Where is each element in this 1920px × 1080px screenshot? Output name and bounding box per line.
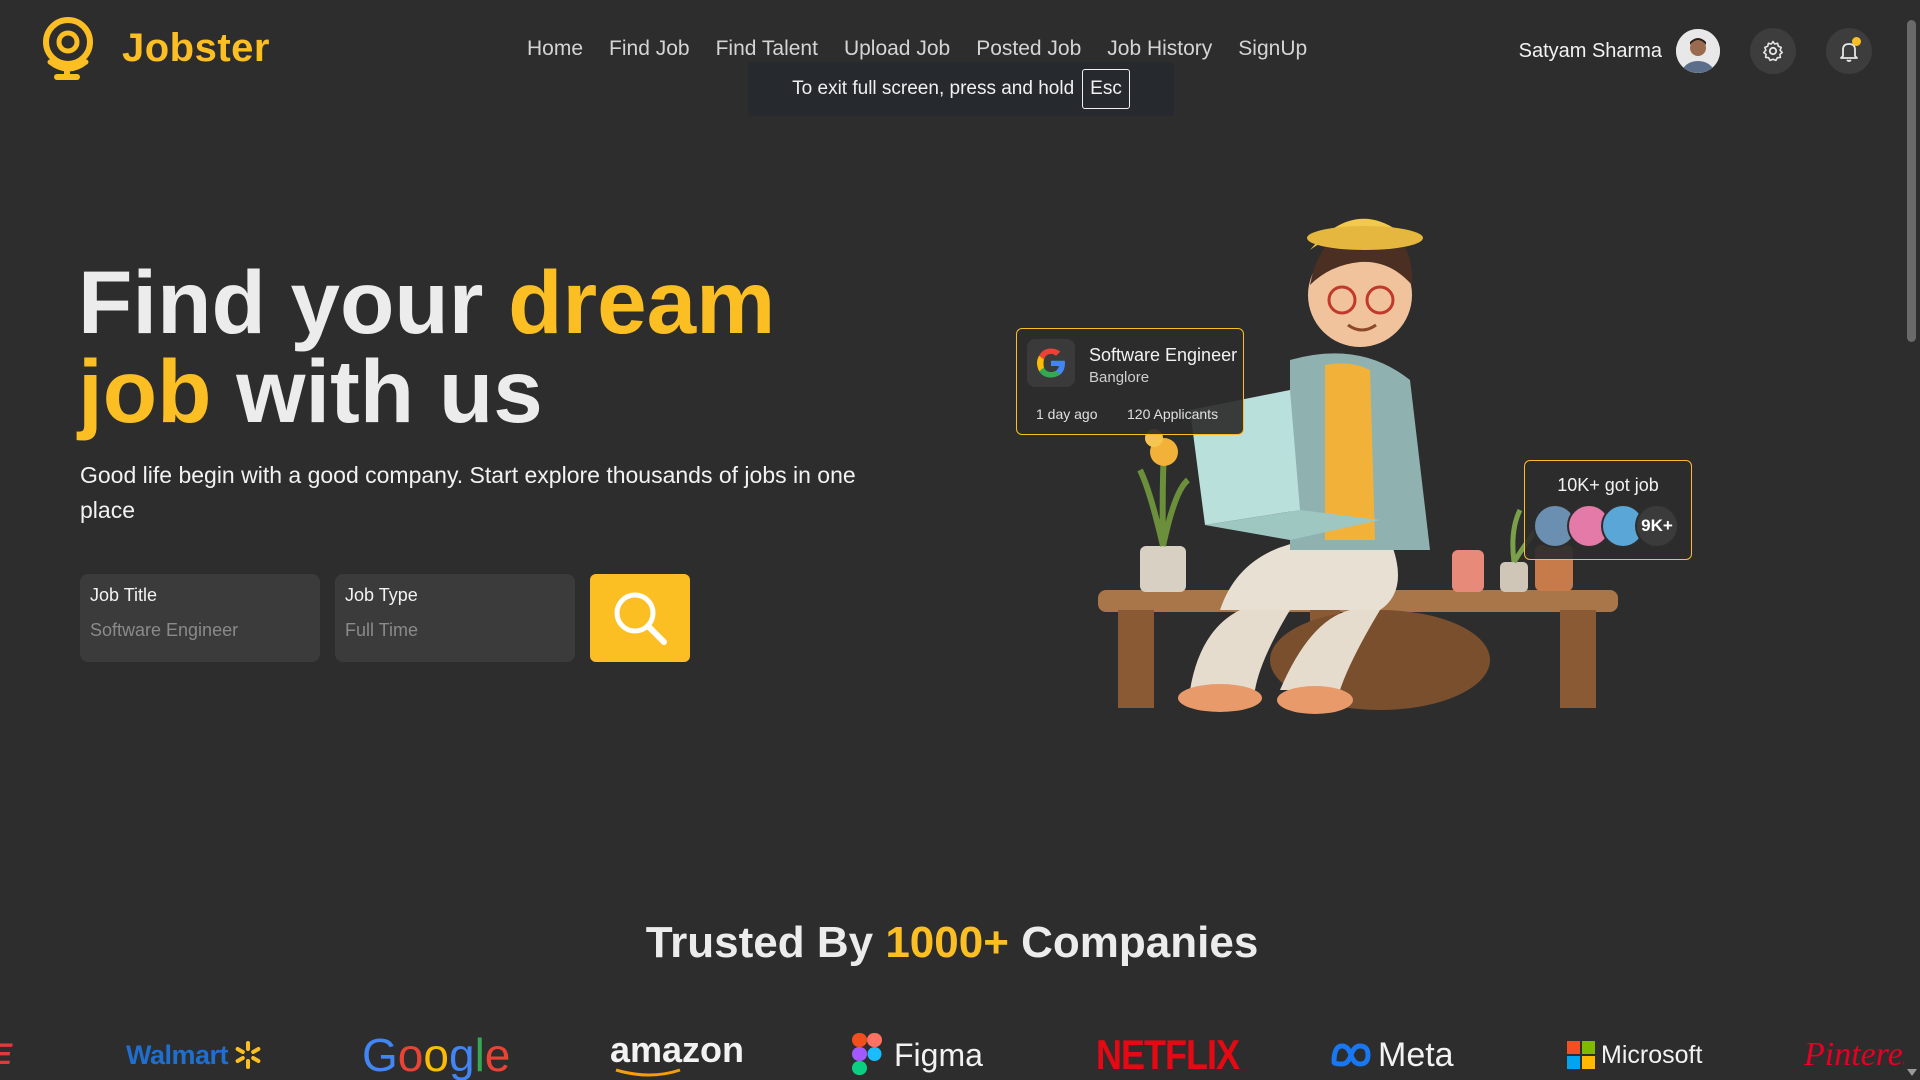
settings-button[interactable] <box>1750 28 1796 74</box>
search-button[interactable] <box>590 574 690 662</box>
job-type-input[interactable] <box>345 620 565 641</box>
notification-dot <box>1852 37 1861 46</box>
user-name[interactable]: Satyam Sharma <box>1519 40 1662 63</box>
logo-icon <box>43 17 93 80</box>
got-job-title: 10K+ got job <box>1557 475 1659 495</box>
notifications-button[interactable] <box>1826 28 1872 74</box>
nav-posted-job[interactable]: Posted Job <box>976 37 1081 61</box>
google-logo <box>1027 339 1075 387</box>
walmart-spark-icon <box>235 1041 261 1069</box>
job-card-title: Software Engineer <box>1089 345 1238 365</box>
nav-find-talent[interactable]: Find Talent <box>716 37 818 61</box>
trusted-highlight: 1000+ <box>885 918 1009 967</box>
scroll-thumb[interactable] <box>1907 20 1916 342</box>
fullscreen-hint: To exit full screen, press and hold <box>792 78 1075 99</box>
nav-home[interactable]: Home <box>527 37 583 61</box>
nav-upload-job[interactable]: Upload Job <box>844 37 950 61</box>
hero-subtitle: Good life begin with a good company. Sta… <box>80 462 856 523</box>
fullscreen-toast: To exit full screen, press and hold Esc <box>748 62 1174 116</box>
job-type-field: Job Type <box>335 574 575 662</box>
amazon-smile-icon <box>615 1068 681 1077</box>
company-logo-microsoft: Microsoft <box>1567 1030 1702 1080</box>
trusted-prefix: Trusted By <box>645 918 886 967</box>
logo[interactable]: Jobster <box>40 14 270 82</box>
company-logo-amazon: amazon <box>610 1030 744 1080</box>
search-icon <box>614 592 667 645</box>
job-card[interactable]: Software Engineer Banglore 1 day ago 120… <box>1016 328 1244 435</box>
company-logo-netflix: NETFLIX <box>1096 1030 1240 1080</box>
nav-signup[interactable]: SignUp <box>1238 37 1307 61</box>
figma-text: Figma <box>894 1036 983 1073</box>
job-title-input[interactable] <box>90 620 310 641</box>
got-job-count: 9K+ <box>1635 504 1679 548</box>
job-title-label: Job Title <box>90 585 158 605</box>
microsoft-text: Microsoft <box>1601 1040 1703 1069</box>
avatar[interactable] <box>1676 29 1720 73</box>
google-text: Google <box>362 1029 511 1080</box>
nav-find-job[interactable]: Find Job <box>609 37 690 61</box>
pinterest-text: Pinterest <box>1804 1036 1904 1073</box>
figma-icon <box>852 1033 882 1075</box>
scroll-down-arrow-icon[interactable] <box>1907 1069 1917 1076</box>
company-logos: E Walmart Google amazon <box>0 1029 1904 1080</box>
meta-infinity-icon <box>1331 1043 1371 1067</box>
gear-icon <box>1763 40 1783 62</box>
main-nav: Home Find Job Find Talent Upload Job Pos… <box>527 37 1307 61</box>
trusted-suffix: Companies <box>1008 918 1259 967</box>
google-g-icon <box>1037 348 1065 378</box>
job-title-field: Job Title <box>80 574 320 662</box>
company-logo-google: Google <box>362 1029 511 1080</box>
job-card-location: Banglore <box>1089 369 1150 386</box>
company-logo-walmart: Walmart <box>126 1030 264 1080</box>
hero-title-part2: with us <box>211 341 543 441</box>
esc-key: Esc <box>1082 69 1130 109</box>
hero-title-highlight2: job <box>78 341 212 441</box>
trusted-heading: Trusted By 1000+ Companies <box>0 918 1904 968</box>
company-logo-figma: Figma <box>852 1030 983 1080</box>
scrollbar[interactable] <box>1904 0 1920 1080</box>
brand-name: Jobster <box>122 25 270 70</box>
company-logo-meta: Meta <box>1330 1030 1454 1080</box>
hero-title: Find your dream job with us <box>78 258 898 436</box>
amazon-text: amazon <box>610 1029 745 1070</box>
header: Jobster Home Find Job Find Talent Upload… <box>0 0 1920 116</box>
hero-title-part1: Find your <box>78 252 509 352</box>
meta-text: Meta <box>1378 1035 1454 1074</box>
netflix-text: NETFLIX <box>1096 1030 1240 1078</box>
avatar-image <box>1676 29 1720 73</box>
job-type-label: Job Type <box>345 585 418 605</box>
walmart-text: Walmart <box>126 1039 229 1070</box>
job-card-posted: 1 day ago <box>1036 406 1098 422</box>
nav-job-history[interactable]: Job History <box>1107 37 1212 61</box>
microsoft-icon <box>1567 1041 1595 1069</box>
company-logo-pinterest: Pinterest <box>1804 1030 1904 1080</box>
company-logo-partial: E <box>0 1030 12 1080</box>
hero-title-highlight1: dream <box>508 252 776 352</box>
got-job-card: 10K+ got job 9K+ <box>1524 460 1692 560</box>
page: Jobster Home Find Job Find Talent Upload… <box>0 0 1920 1080</box>
user-area: Satyam Sharma <box>1519 28 1872 74</box>
job-card-applicants: 120 Applicants <box>1127 406 1219 422</box>
